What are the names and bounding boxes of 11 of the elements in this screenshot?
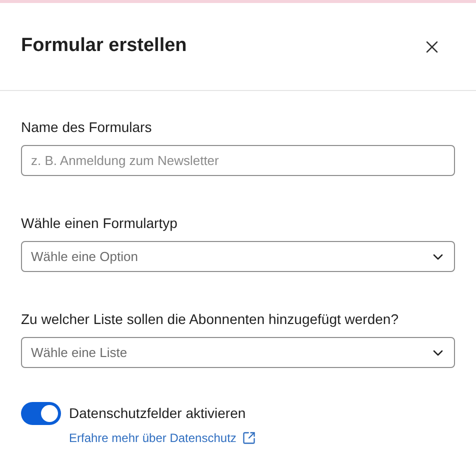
input-field[interactable]: z. B. Anmeldung zum Newsletter (21, 145, 455, 176)
select-field[interactable]: Wähle eine Liste (21, 337, 455, 368)
dialog-title: Formular erstellen (21, 34, 187, 58)
field-label: Wähle einen Formulartyp (21, 214, 178, 233)
field-label: Name des Formulars (21, 118, 153, 137)
select-field[interactable]: Wähle eine Option (21, 241, 455, 272)
privacy-link[interactable]: Erfahre mehr über Datenschutz (69, 429, 256, 447)
toggle-label: Datenschutzfelder aktivieren (69, 404, 247, 423)
external-link-icon (242, 431, 256, 445)
field-label: Zu welcher Liste sollen die Abonnenten hinzugefügt werden? (21, 310, 400, 329)
toggle-switch[interactable] (21, 402, 61, 425)
